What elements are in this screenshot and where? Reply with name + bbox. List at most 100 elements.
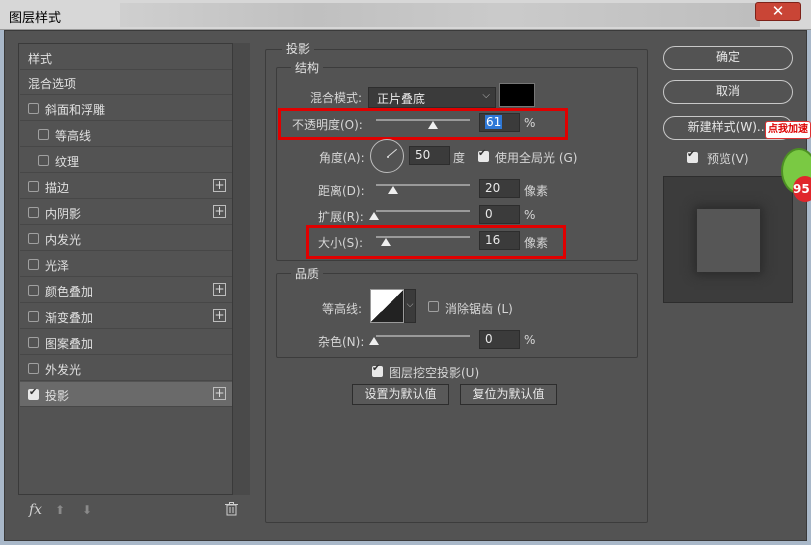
knockout-label: 图层挖空投影(U) (389, 366, 480, 380)
distance-label: 距离(D): (318, 184, 365, 198)
knockout-checkbox[interactable] (372, 363, 383, 377)
global-light-checkbox[interactable] (478, 148, 489, 162)
style-item[interactable]: 渐变叠加 + (20, 304, 232, 329)
speedup-counter-value: 95 (793, 182, 810, 196)
move-up-icon[interactable]: ⬆ (55, 503, 65, 517)
chevron-down-icon: ⌵ (482, 90, 490, 101)
angle-input[interactable]: 50 (409, 146, 450, 165)
preview-checkbox[interactable] (687, 149, 698, 163)
angle-dial[interactable] (370, 139, 404, 173)
spread-value: 0 (485, 207, 493, 221)
style-item-label: 内发光 (45, 233, 82, 247)
noise-slider-thumb[interactable] (369, 337, 379, 345)
style-item-checkbox[interactable] (28, 363, 39, 374)
opacity-slider-track[interactable] (376, 119, 470, 121)
antialias-label: 消除锯齿 (L) (445, 302, 513, 316)
antialias-checkbox[interactable] (428, 301, 439, 312)
opacity-unit: % (524, 116, 536, 130)
style-item[interactable]: 描边 + (20, 174, 232, 199)
noise-slider-track[interactable] (376, 335, 470, 337)
style-item[interactable]: 纹理 (20, 148, 232, 173)
size-input[interactable]: 16 (479, 231, 520, 250)
cancel-button[interactable]: 取消 (663, 80, 793, 104)
style-item-checkbox[interactable] (28, 103, 39, 114)
add-style-icon[interactable]: + (213, 309, 226, 322)
close-button[interactable]: ✕ (755, 2, 801, 21)
spread-slider-thumb[interactable] (369, 212, 379, 220)
style-item-label: 光泽 (45, 259, 70, 273)
styles-list-toolbar: fx ⬆ ⬇ (25, 502, 245, 522)
quality-title: 品质 (291, 265, 324, 282)
style-item-checkbox[interactable] (28, 387, 39, 400)
global-light-label: 使用全局光 (G) (495, 151, 578, 165)
contour-dropdown[interactable]: ⌵ (404, 289, 416, 323)
size-value: 16 (485, 233, 501, 247)
trash-icon[interactable] (225, 502, 238, 519)
style-item-checkbox[interactable] (28, 285, 39, 296)
window-border-bottom (0, 541, 811, 545)
styles-header[interactable]: 样式 (20, 45, 232, 70)
blend-options-item[interactable]: 混合选项 (20, 70, 232, 95)
spread-input[interactable]: 0 (479, 205, 520, 224)
style-item[interactable]: 内发光 (20, 226, 232, 251)
style-item-checkbox[interactable] (28, 259, 39, 270)
speedup-counter: 95 (793, 176, 811, 202)
style-item-checkbox[interactable] (38, 155, 49, 166)
contour-preview[interactable] (370, 289, 404, 323)
distance-slider-thumb[interactable] (388, 186, 398, 194)
speedup-popup[interactable]: 点我加速 (765, 121, 811, 139)
distance-input[interactable]: 20 (479, 179, 520, 198)
reset-default-button[interactable]: 复位为默认值 (460, 384, 557, 405)
style-item-label: 外发光 (45, 363, 82, 377)
move-down-icon[interactable]: ⬇ (82, 503, 92, 517)
add-style-icon[interactable]: + (213, 179, 226, 192)
preview-square (697, 209, 760, 272)
add-style-icon[interactable]: + (213, 387, 226, 400)
noise-unit: % (524, 333, 536, 347)
style-item-checkbox[interactable] (28, 207, 39, 218)
style-item-checkbox[interactable] (38, 129, 49, 140)
style-item-checkbox[interactable] (28, 337, 39, 348)
styles-list: 样式 混合选项 斜面和浮雕 等高线纹理描边 + 内阴影 + 内发光光泽颜色叠加 + 渐变叠加 +… (18, 43, 250, 495)
distance-unit: 像素 (524, 184, 549, 198)
opacity-slider-thumb[interactable] (428, 121, 438, 129)
blend-mode-select[interactable]: 正片叠底 ⌵ (368, 87, 496, 108)
style-item[interactable]: 斜面和浮雕 (20, 96, 232, 121)
opacity-value: 61 (485, 115, 503, 129)
add-style-icon[interactable]: + (213, 283, 226, 296)
title-bar-background (120, 3, 760, 27)
style-item-label: 内阴影 (45, 207, 82, 221)
style-item-label: 纹理 (55, 155, 80, 169)
styles-list-scrollbar[interactable] (232, 43, 250, 495)
style-item-checkbox[interactable] (28, 311, 39, 322)
style-item[interactable]: 内阴影 + (20, 200, 232, 225)
style-item-label: 渐变叠加 (45, 311, 94, 325)
opacity-input[interactable]: 61 (479, 113, 520, 132)
size-slider-thumb[interactable] (381, 238, 391, 246)
size-label: 大小(S): (318, 236, 364, 250)
ok-button[interactable]: 确定 (663, 46, 793, 70)
set-default-button[interactable]: 设置为默认值 (352, 384, 449, 405)
style-item[interactable]: 投影 + (20, 382, 232, 407)
style-item[interactable]: 外发光 (20, 356, 232, 381)
noise-input[interactable]: 0 (479, 330, 520, 349)
chevron-down-icon: ⌵ (406, 300, 414, 310)
fx-icon[interactable]: fx (29, 502, 42, 518)
distance-value: 20 (485, 181, 501, 195)
style-item-label: 颜色叠加 (45, 285, 94, 299)
title-bar: 图层样式 (0, 0, 811, 30)
style-item-label: 图案叠加 (45, 337, 94, 351)
style-item-checkbox[interactable] (28, 181, 39, 192)
style-item[interactable]: 等高线 (20, 122, 232, 147)
style-item[interactable]: 颜色叠加 + (20, 278, 232, 303)
spread-unit: % (524, 208, 536, 222)
style-item-checkbox[interactable] (28, 233, 39, 244)
opacity-label: 不透明度(O): (292, 118, 363, 132)
angle-value: 50 (415, 148, 431, 162)
blend-options-label: 混合选项 (28, 77, 77, 91)
spread-slider-track[interactable] (376, 210, 470, 212)
add-style-icon[interactable]: + (213, 205, 226, 218)
shadow-color-swatch[interactable] (499, 83, 535, 107)
style-item[interactable]: 图案叠加 (20, 330, 232, 355)
style-item[interactable]: 光泽 (20, 252, 232, 277)
